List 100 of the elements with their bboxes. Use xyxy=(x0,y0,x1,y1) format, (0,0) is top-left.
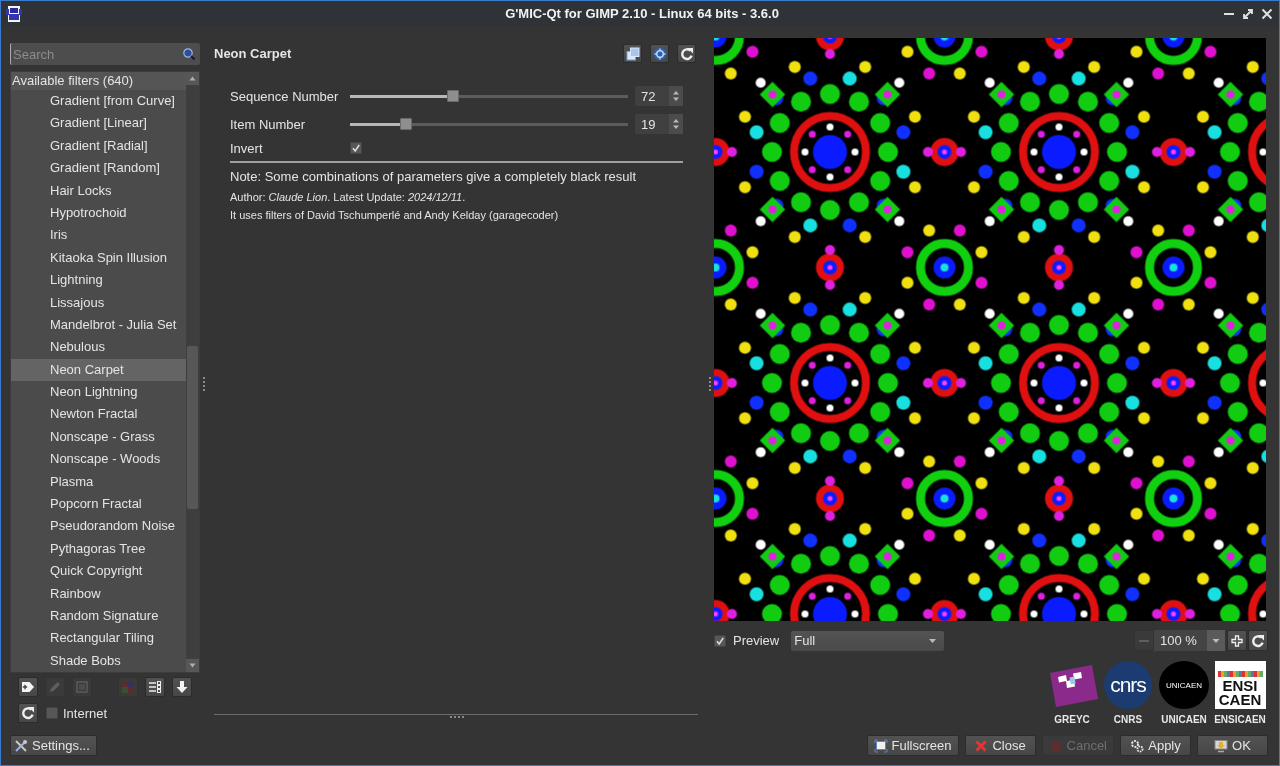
filter-item[interactable]: Neon Carpet xyxy=(11,358,186,382)
filter-item[interactable]: Plasma xyxy=(11,470,186,494)
parameter-label: Invert xyxy=(230,140,264,156)
filter-item[interactable]: Hair Locks xyxy=(11,179,186,202)
logo-label: CNRS xyxy=(1113,714,1143,725)
fullscreen-button[interactable]: Fullscreen xyxy=(866,735,959,756)
filter-item[interactable]: Mandelbrot - Julia Set xyxy=(11,313,186,337)
filter-item[interactable]: Pythagoras Tree xyxy=(11,537,186,561)
caret-icon xyxy=(1207,630,1225,651)
number-field[interactable]: 19 xyxy=(635,114,683,134)
filter-item[interactable]: Popcorn Fractal xyxy=(11,493,186,516)
author-line: Author: Claude Lion. Latest Update: 2024/12/11. xyxy=(230,190,467,204)
frame-icon xyxy=(75,680,89,695)
toolbar-button[interactable] xyxy=(172,677,192,698)
filter-item[interactable]: Lissajous xyxy=(11,291,186,314)
down-arrow-icon xyxy=(175,680,189,695)
filter-item[interactable]: Gradient [Radial] xyxy=(11,134,186,158)
palette-icon xyxy=(121,680,135,695)
scroll-down-icon[interactable] xyxy=(186,659,199,673)
unicaen-logo: UNICAEN xyxy=(1159,661,1209,709)
preview-checkbox[interactable] xyxy=(714,634,726,647)
filter-item[interactable]: Kitaoka Spin Illusion xyxy=(11,246,186,270)
app-icon xyxy=(5,4,23,23)
filter-item[interactable]: Nebulous xyxy=(11,336,186,359)
parameter-label: Sequence Number xyxy=(230,88,340,104)
toolbar-button[interactable] xyxy=(145,677,165,698)
filter-item[interactable]: Gradient [from Curve] xyxy=(11,90,186,113)
list-header: Available filters (640) xyxy=(11,72,186,90)
filter-item[interactable]: Gradient [Linear] xyxy=(11,112,186,135)
slider-thumb[interactable] xyxy=(399,118,412,130)
splitter-handle[interactable] xyxy=(709,376,711,391)
refresh-icon xyxy=(1251,633,1265,648)
refresh-button[interactable] xyxy=(18,703,38,724)
tools-icon xyxy=(14,738,28,753)
copy-button[interactable] xyxy=(623,44,642,63)
parameter-label: Item Number xyxy=(230,116,307,132)
internet-label: Internet xyxy=(63,705,108,721)
scroll-up-icon[interactable] xyxy=(186,72,199,85)
close-icon xyxy=(974,738,989,753)
reset-button[interactable] xyxy=(677,44,696,63)
gears-icon xyxy=(1130,738,1145,753)
filter-item[interactable]: Pseudorandom Noise xyxy=(11,515,186,538)
slider-thumb[interactable] xyxy=(446,90,459,102)
maximize-icon[interactable] xyxy=(1242,7,1254,20)
logo-label: UNICAEN xyxy=(1161,714,1207,725)
apply-button[interactable]: Apply xyxy=(1120,735,1191,756)
filter-item[interactable]: Hypotrochoid xyxy=(11,201,186,225)
filter-item[interactable]: Rectangular Tiling xyxy=(11,627,186,650)
reset-zoom-button[interactable] xyxy=(1248,630,1268,651)
filter-item[interactable]: Shade Bobs xyxy=(11,649,186,673)
credits-text: It uses filters of David Tschumperlé and Andy Kelday (garagecoder) xyxy=(230,208,560,222)
refresh-icon xyxy=(679,46,694,61)
gear-button[interactable] xyxy=(650,44,669,63)
ok-button[interactable]: OK xyxy=(1197,735,1268,756)
number-field[interactable]: 72 xyxy=(635,86,683,106)
zoom-in-button[interactable] xyxy=(1227,630,1247,651)
fullscreen-icon xyxy=(873,738,888,753)
monitor-icon xyxy=(1214,738,1229,753)
logo-label: ENSICAEN xyxy=(1214,714,1266,725)
close-button[interactable]: Close xyxy=(964,735,1036,756)
logo-label: GREYC xyxy=(1054,714,1090,725)
refresh-icon xyxy=(21,706,35,721)
zoom-dropdown[interactable]: 100 % xyxy=(1154,630,1225,651)
stop-icon xyxy=(1048,738,1063,753)
toolbar-button[interactable] xyxy=(18,677,38,698)
pencil-icon xyxy=(48,680,62,695)
splitter-handle[interactable] xyxy=(450,716,464,718)
scrollbar-thumb[interactable] xyxy=(187,346,198,509)
zoom-in-icon xyxy=(1231,634,1243,647)
splitter-handle[interactable] xyxy=(203,376,205,391)
parameter-checkbox[interactable] xyxy=(350,142,362,154)
filter-item[interactable]: Nonscape - Grass xyxy=(11,425,186,449)
filter-item[interactable]: Rainbow xyxy=(11,582,186,605)
filter-item[interactable]: Random Signature xyxy=(11,605,186,628)
close-icon[interactable] xyxy=(1261,7,1273,20)
caret-icon xyxy=(929,638,937,643)
filter-item[interactable]: Neon Lightning xyxy=(11,381,186,404)
filter-item[interactable]: Gradient [Random] xyxy=(11,157,186,180)
preview-label: Preview xyxy=(733,633,780,648)
search-icon xyxy=(183,48,195,60)
tag-icon xyxy=(21,680,35,695)
preview-mode-dropdown[interactable]: Full xyxy=(791,630,945,651)
filter-item[interactable]: Nonscape - Woods xyxy=(11,448,186,471)
gear-icon xyxy=(652,46,667,61)
overlapping-squares-icon xyxy=(625,46,640,61)
window-title: G'MIC-Qt for GIMP 2.10 - Linux 64 bits - 3.6.0 xyxy=(504,6,780,21)
spinner-arrows-icon[interactable] xyxy=(669,114,683,134)
checklist-icon xyxy=(148,680,162,695)
settings-button[interactable]: Settings... xyxy=(10,735,97,756)
cnrs-logo: cnrs xyxy=(1104,661,1152,709)
scrollbar[interactable] xyxy=(186,72,199,673)
filter-item[interactable]: Quick Copyright xyxy=(11,560,186,583)
filter-item[interactable]: Iris xyxy=(11,224,186,247)
spinner-arrows-icon[interactable] xyxy=(669,86,683,106)
filter-note: Note: Some combinations of parameters give a completely black result xyxy=(230,169,638,185)
filter-title: Neon Carpet xyxy=(214,46,293,61)
ensicaen-logo: ENSI CAEN xyxy=(1214,661,1266,709)
filter-item[interactable]: Newton Fractal xyxy=(11,403,186,426)
filter-item[interactable]: Lightning xyxy=(11,269,186,292)
internet-checkbox[interactable] xyxy=(46,707,58,720)
